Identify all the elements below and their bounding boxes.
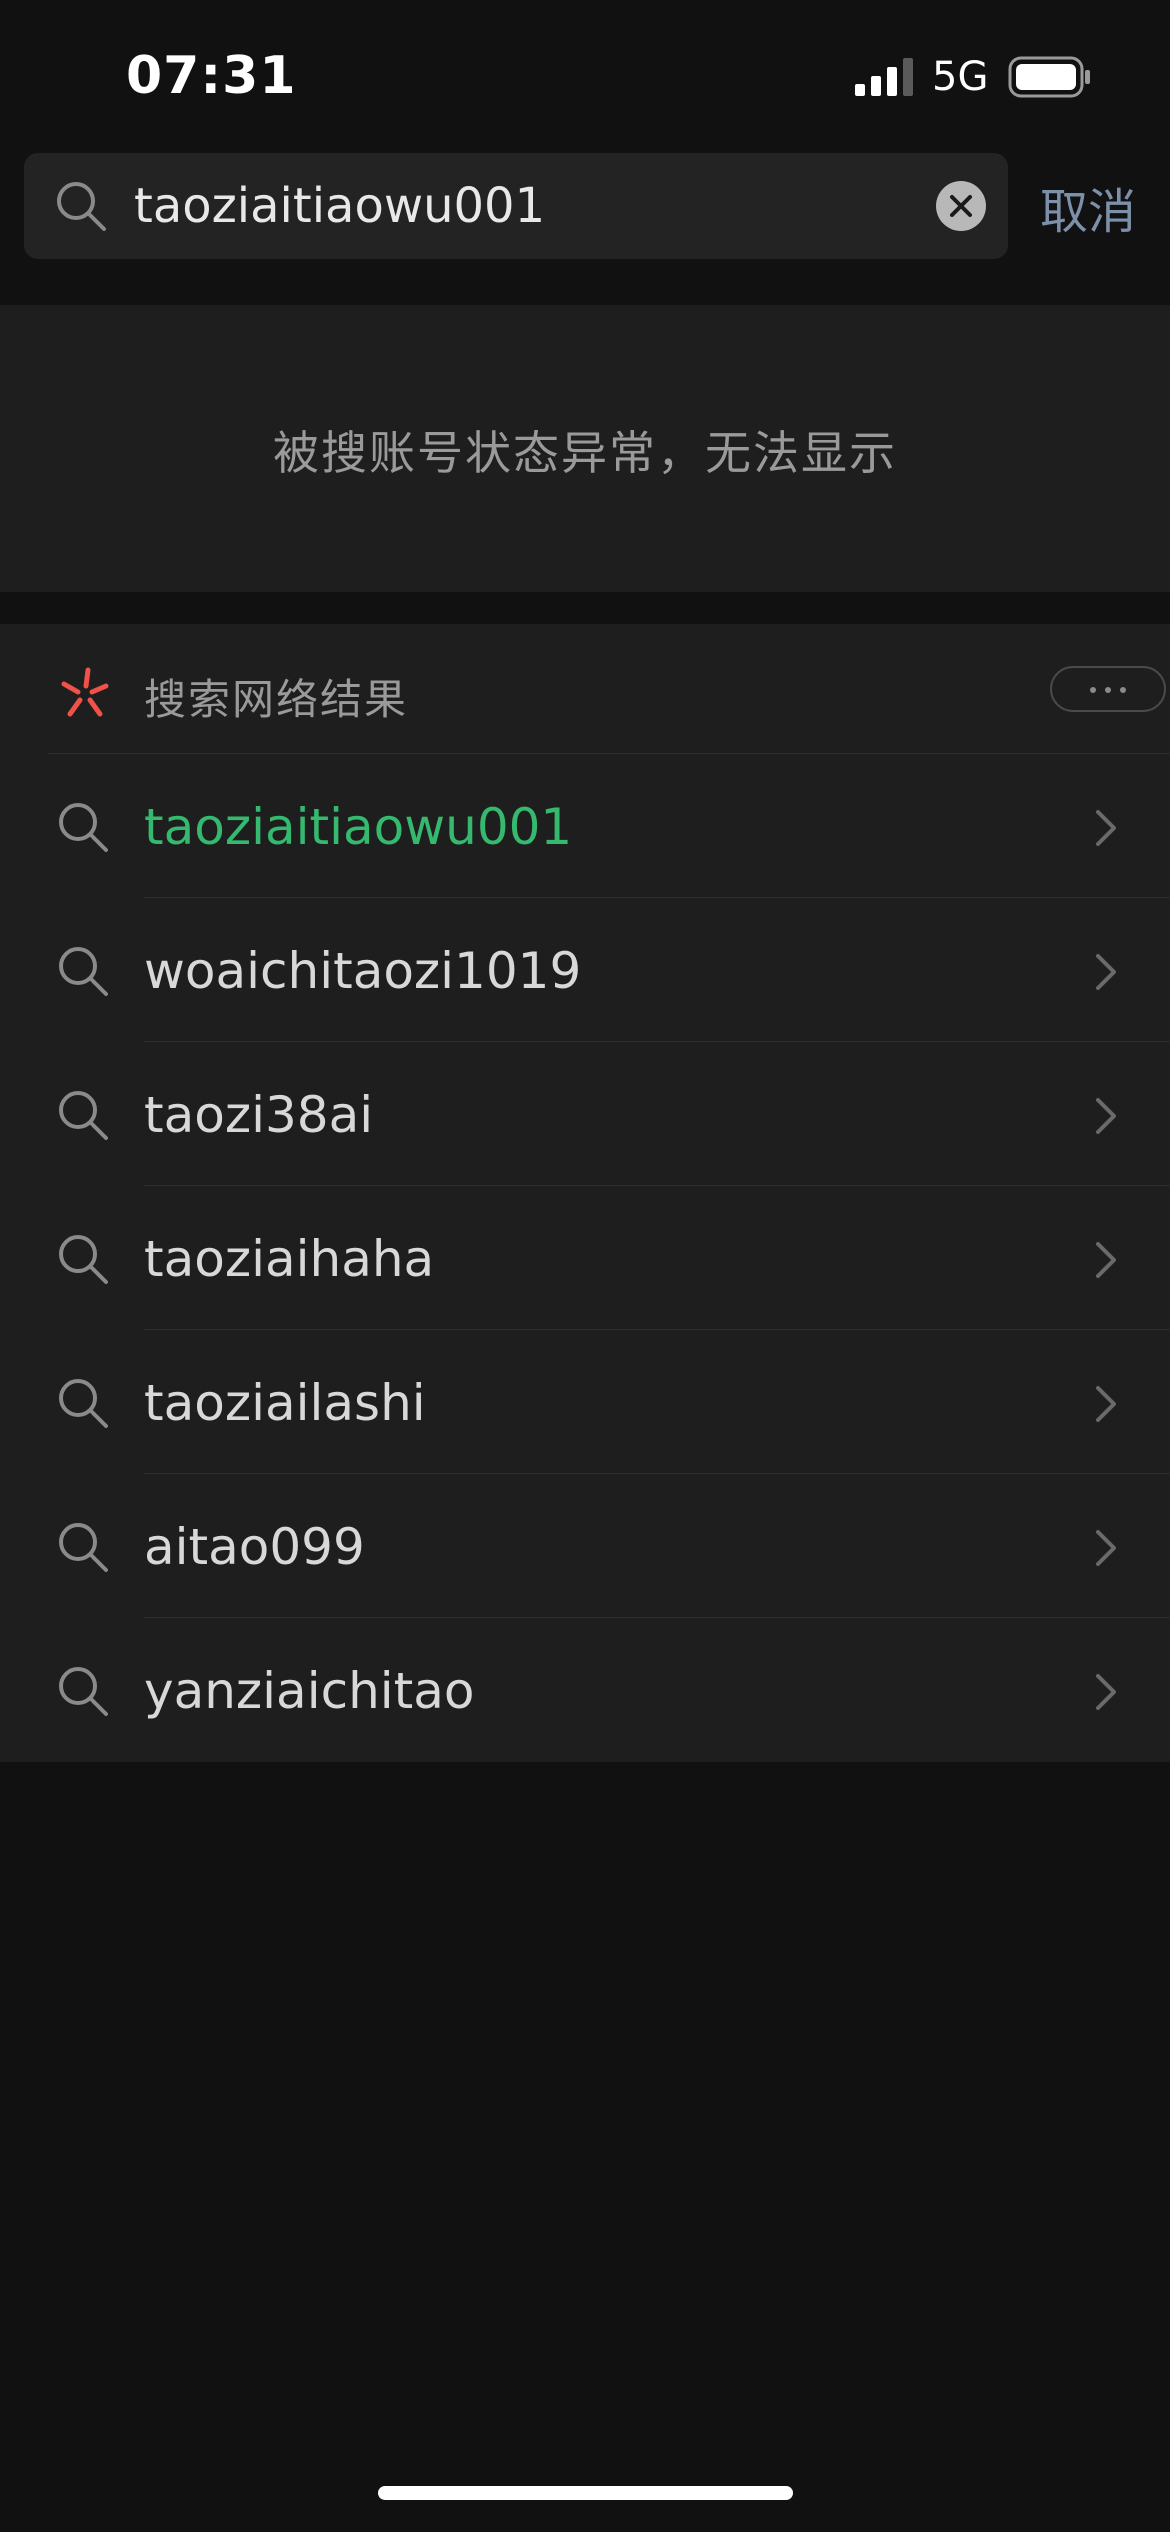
- network-type: 5G: [932, 54, 989, 100]
- web-results-title: 搜索网络结果: [144, 675, 409, 724]
- search-icon: [59, 1667, 108, 1716]
- more-icon: [1090, 687, 1096, 693]
- chevron-right-icon: [1096, 1386, 1116, 1422]
- result-label: taoziaihaha: [144, 1230, 435, 1288]
- search-icon: [59, 947, 108, 996]
- result-item[interactable]: taoziaitiaowu001: [0, 754, 1170, 898]
- search-icon: [59, 803, 108, 852]
- home-indicator[interactable]: [378, 2486, 793, 2500]
- result-label: yanziaichitao: [144, 1662, 475, 1720]
- search-icon: [57, 182, 106, 231]
- web-results-section: 搜索网络结果 taoziaitiaowu001 woaichitaozi1019…: [0, 624, 1170, 1762]
- chevron-right-icon: [1096, 810, 1116, 846]
- clear-icon: [950, 195, 972, 217]
- search-icon: [59, 1523, 108, 1572]
- result-label: aitao099: [144, 1518, 365, 1576]
- sparkle-icon: [61, 667, 109, 717]
- result-item[interactable]: taoziailashi: [0, 1330, 1170, 1474]
- signal-bars-icon: [855, 58, 913, 96]
- search-icon: [59, 1379, 108, 1428]
- status-time: 07:31: [126, 46, 297, 106]
- chevron-right-icon: [1096, 1242, 1116, 1278]
- more-button[interactable]: [1050, 666, 1166, 712]
- search-input[interactable]: [134, 169, 934, 243]
- cancel-button[interactable]: 取消: [1040, 172, 1136, 242]
- result-item[interactable]: yanziaichitao: [0, 1618, 1170, 1762]
- search-icon: [59, 1091, 108, 1140]
- result-item[interactable]: woaichitaozi1019: [0, 898, 1170, 1042]
- web-results-header: 搜索网络结果: [0, 624, 1170, 754]
- search-notice: 被搜账号状态异常，无法显示: [0, 305, 1170, 592]
- result-label: taozi38ai: [144, 1086, 374, 1144]
- result-label: taoziailashi: [144, 1374, 426, 1432]
- battery-icon: [1008, 56, 1090, 98]
- clear-search-button[interactable]: [936, 181, 986, 231]
- result-list: taoziaitiaowu001 woaichitaozi1019 taozi3…: [0, 754, 1170, 1762]
- notice-text: 被搜账号状态异常，无法显示: [273, 426, 897, 480]
- chevron-right-icon: [1096, 1098, 1116, 1134]
- chevron-right-icon: [1096, 954, 1116, 990]
- result-label: taoziaitiaowu001: [144, 798, 573, 856]
- search-box[interactable]: [24, 153, 1008, 259]
- chevron-right-icon: [1096, 1530, 1116, 1566]
- result-item[interactable]: taoziaihaha: [0, 1186, 1170, 1330]
- result-item[interactable]: aitao099: [0, 1474, 1170, 1618]
- search-icon: [59, 1235, 108, 1284]
- result-item[interactable]: taozi38ai: [0, 1042, 1170, 1186]
- chevron-right-icon: [1096, 1674, 1116, 1710]
- status-bar: 07:31 5G: [0, 0, 1170, 150]
- result-label: woaichitaozi1019: [144, 942, 582, 1000]
